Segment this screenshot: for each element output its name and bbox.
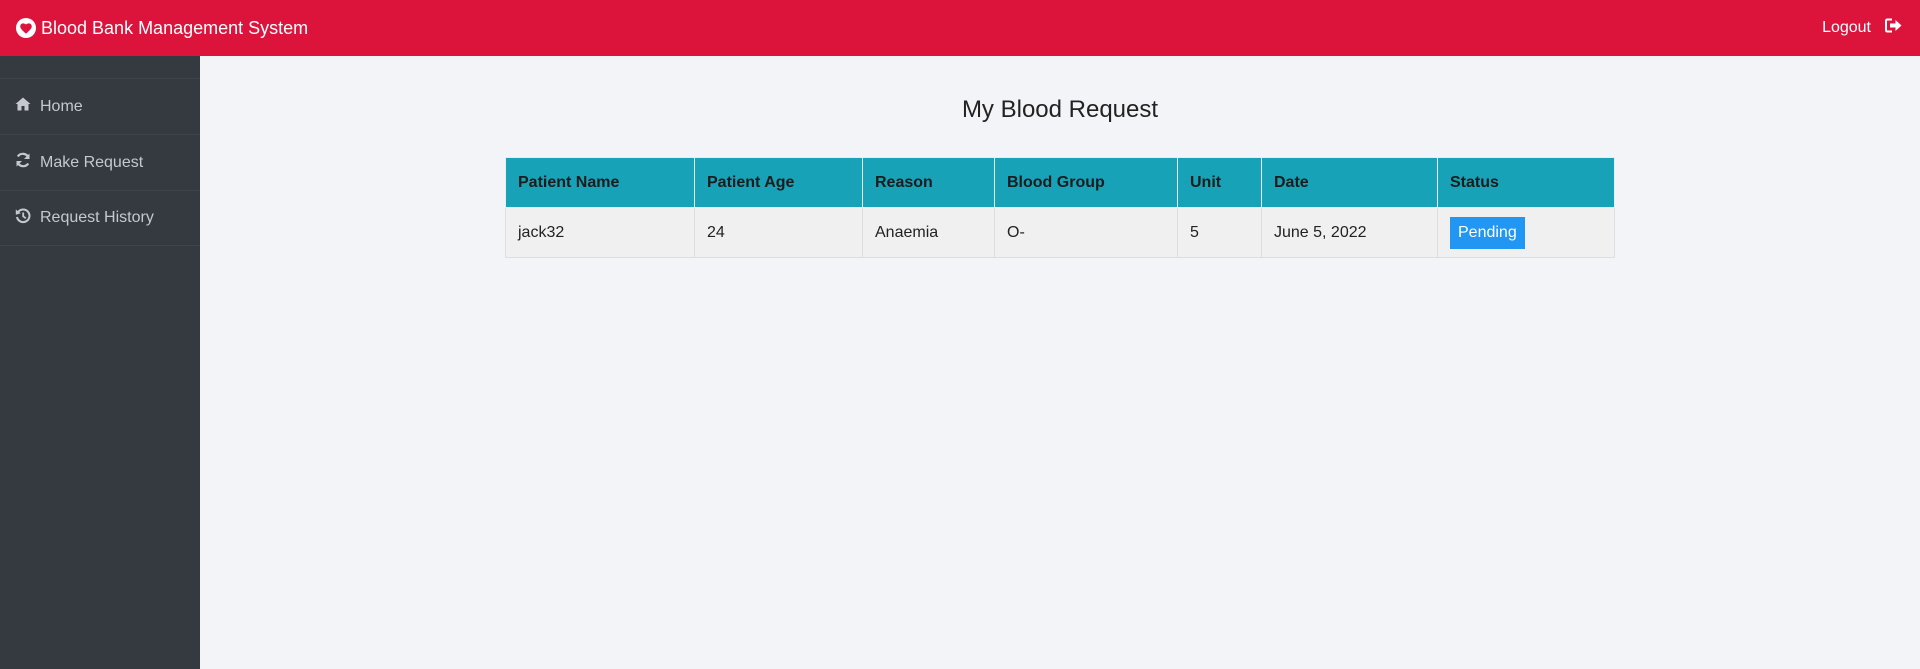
column-header-unit: Unit [1177,157,1262,208]
app-title: Blood Bank Management System [41,17,309,38]
cell-reason: Anaemia [862,207,995,258]
column-header-status: Status [1437,157,1615,208]
sidebar-item-home[interactable]: Home [0,78,200,134]
table-row: jack32 24 Anaemia O- 5 June 5, 2022 Pend… [505,207,1615,258]
logout-button[interactable]: Logout [1822,18,1902,38]
refresh-icon [15,152,40,173]
cell-patient-name: jack32 [505,207,695,258]
column-header-blood-group: Blood Group [994,157,1178,208]
cell-status: Pending [1437,207,1615,258]
column-header-patient-name: Patient Name [505,157,695,208]
cell-unit: 5 [1177,207,1262,258]
blood-request-table: Patient Name Patient Age Reason Blood Gr… [505,157,1615,258]
sidebar-item-label: Home [40,97,83,115]
top-navbar: Blood Bank Management System Logout [0,0,1920,56]
column-header-reason: Reason [862,157,995,208]
sidebar-item-make-request[interactable]: Make Request [0,134,200,190]
sidebar-item-request-history[interactable]: Request History [0,190,200,246]
cell-patient-age: 24 [694,207,863,258]
history-icon [15,207,40,229]
sign-out-icon [1871,18,1902,38]
cell-date: June 5, 2022 [1261,207,1438,258]
table-header-row: Patient Name Patient Age Reason Blood Gr… [505,157,1615,208]
main-content: My Blood Request Patient Name Patient Ag… [200,56,1920,669]
column-header-date: Date [1261,157,1438,208]
page-title: My Blood Request [961,96,1159,123]
home-icon [15,97,40,116]
heart-icon [16,18,36,38]
sidebar-item-label: Make Request [40,153,144,171]
brand-link[interactable]: Blood Bank Management System [16,18,308,39]
column-header-patient-age: Patient Age [694,157,863,208]
sidebar-item-label: Request History [40,209,154,226]
status-badge: Pending [1450,216,1525,249]
sidebar: Home Make Request Request History [0,56,200,669]
logout-label: Logout [1822,19,1871,36]
cell-blood-group: O- [994,207,1178,258]
